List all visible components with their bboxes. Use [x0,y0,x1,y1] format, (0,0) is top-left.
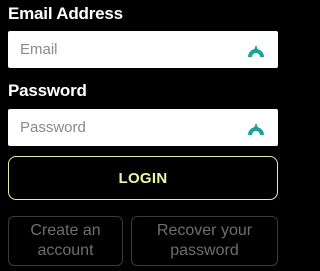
create-account-line2: account [37,242,94,259]
recover-password-label: Recover your password [157,221,252,261]
password-manager-icon[interactable] [246,40,266,60]
create-account-button[interactable]: Create an account [8,216,123,266]
email-input[interactable] [8,31,238,68]
password-label: Password [8,81,87,100]
email-address-label: Email Address [8,4,123,23]
recover-password-line1: Recover your [156,222,253,239]
password-manager-icon[interactable] [246,118,266,138]
password-input[interactable] [8,109,238,146]
login-button-label: LOGIN [118,169,168,187]
email-field-container [8,31,278,68]
password-field-container [8,109,278,146]
recover-password-button[interactable]: Recover your password [131,216,278,266]
recover-password-line2: password [170,242,239,259]
create-account-line1: Create an [30,222,101,239]
login-button[interactable]: LOGIN [8,156,278,200]
create-account-label: Create an account [30,221,100,261]
